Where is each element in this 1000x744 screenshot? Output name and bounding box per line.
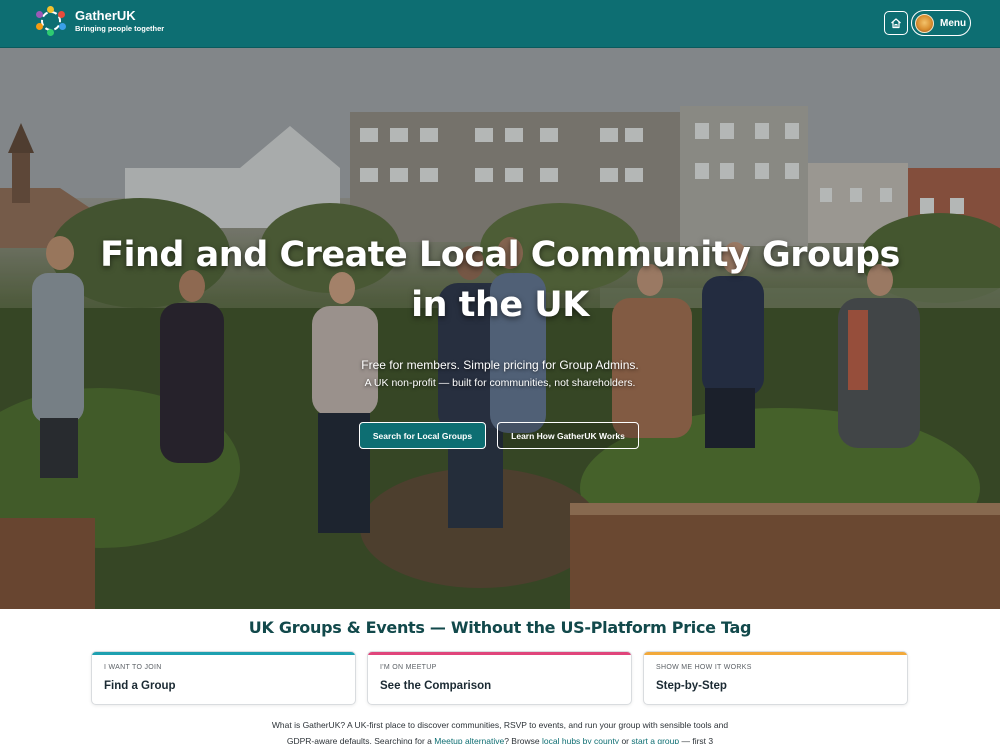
hero-title-line1: Find and Create Local Community Groups [100,235,900,275]
intro-text: — first 3 [681,736,714,744]
hero-section: Find and Create Local Community Groups i… [0,48,1000,609]
card-title: See the Comparison [380,680,492,692]
card-kicker: I WANT TO JOIN [104,664,162,671]
avatar [915,13,934,33]
card-title: Step-by-Step [656,680,727,692]
card-kicker: I'M ON MEETUP [380,664,437,671]
hero-title-line2: in the UK [411,285,589,325]
card-accent-bar [644,652,907,655]
search-groups-button[interactable]: Search for Local Groups [359,422,486,449]
brand-tagline: Bringing people together [75,24,165,33]
hero-title: Find and Create Local Community Groups i… [0,230,1000,330]
hero-subtitle: Free for members. Simple pricing for Gro… [361,358,639,372]
card-accent-bar [368,652,631,655]
intro-line2: GDPR-aware defaults. Searching for a Mee… [0,733,1000,744]
learn-how-button[interactable]: Learn How GatherUK Works [497,422,639,449]
intro-text: or [621,736,629,744]
gatheruk-logo-icon [36,6,66,36]
card-kicker: SHOW ME HOW IT WORKS [656,664,752,671]
intro-text: ? Browse [504,736,540,744]
intro-paragraph: What is GatherUK? A UK-first place to di… [0,717,1000,744]
intro-line1: What is GatherUK? A UK-first place to di… [271,720,729,730]
menu-label: Menu [940,17,967,29]
brand[interactable]: GatherUK Bringing people together [36,6,164,36]
card-comparison[interactable]: I'M ON MEETUP See the Comparison [367,651,632,705]
start-group-link[interactable]: start a group [631,736,679,744]
card-find-group[interactable]: I WANT TO JOIN Find a Group [91,651,356,705]
card-accent-bar [92,652,355,655]
home-button[interactable] [884,11,908,35]
intro-text: GDPR-aware defaults. Searching for a [286,736,432,744]
page: GatherUK Bringing people together Menu F… [0,0,1000,744]
meetup-alternative-link[interactable]: Meetup alternative [434,736,504,744]
card-step-by-step[interactable]: SHOW ME HOW IT WORKS Step-by-Step [643,651,908,705]
site-header: GatherUK Bringing people together Menu [0,0,1000,48]
hero-subtitle-secondary: A UK non-profit — built for communities,… [364,377,636,389]
card-title: Find a Group [104,680,176,692]
home-icon [891,18,901,29]
brand-name: GatherUK [75,8,136,23]
section-title: UK Groups & Events — Without the US-Plat… [248,618,752,637]
local-hubs-link[interactable]: local hubs by county [542,736,619,744]
menu-button[interactable]: Menu [911,10,971,36]
